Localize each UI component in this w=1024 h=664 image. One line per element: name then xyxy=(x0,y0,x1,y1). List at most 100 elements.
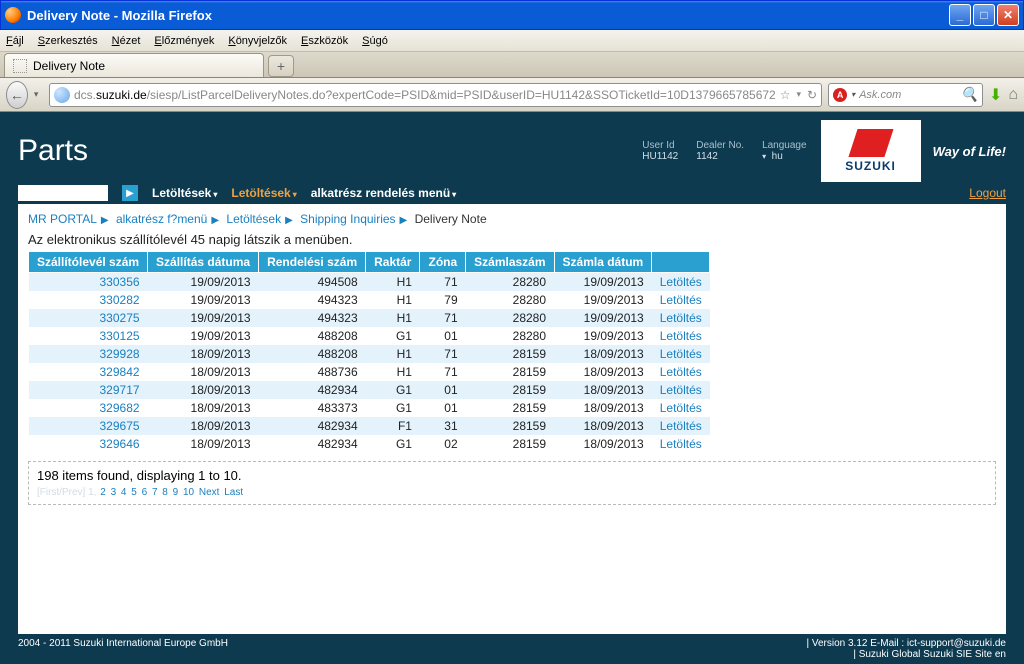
pager-page[interactable]: 10 xyxy=(183,487,194,498)
back-dropdown-icon[interactable]: ▾ xyxy=(34,89,43,100)
menu-edit[interactable]: Szerkesztés xyxy=(38,35,98,47)
menu-bookmarks[interactable]: Könyvjelzők xyxy=(228,35,287,47)
search-placeholder: Ask.com xyxy=(859,89,956,101)
download-link[interactable]: Letöltés xyxy=(652,291,710,309)
logout-link[interactable]: Logout xyxy=(969,186,1006,200)
header-meta: User IdHU1142 Dealer No.1142 Language▾ h… xyxy=(642,140,806,162)
crumb-letoltesek[interactable]: Letöltések xyxy=(226,212,281,226)
quick-search-go-button[interactable]: ▶ xyxy=(122,185,138,201)
pager-page[interactable]: 2 xyxy=(100,487,106,498)
search-icon[interactable]: 🔍 xyxy=(961,86,978,103)
menu-tools[interactable]: Eszközök xyxy=(301,35,348,47)
delivery-id[interactable]: 329842 xyxy=(29,363,148,381)
col-header: Zóna xyxy=(420,252,466,273)
window-close-button[interactable]: ✕ xyxy=(997,4,1019,26)
browser-menubar: Fájl Szerkesztés Nézet Előzmények Könyvj… xyxy=(0,30,1024,52)
menu-letoltesek-2[interactable]: Letöltések▾ xyxy=(231,186,296,200)
delivery-id[interactable]: 330282 xyxy=(29,291,148,309)
delivery-id[interactable]: 329646 xyxy=(29,435,148,453)
pager-summary: 198 items found, displaying 1 to 10. xyxy=(37,468,987,483)
crumb-alkatresz[interactable]: alkatrész f?menü xyxy=(116,212,207,226)
breadcrumb: MR PORTAL▶ alkatrész f?menü▶ Letöltések▶… xyxy=(28,212,996,226)
page-body: Parts User IdHU1142 Dealer No.1142 Langu… xyxy=(0,112,1024,664)
window-titlebar: Delivery Note - Mozilla Firefox _ □ ✕ xyxy=(0,0,1024,30)
table-row: 33028219/09/2013494323H1792828019/09/201… xyxy=(29,291,710,309)
suzuki-logo: SUZUKI xyxy=(821,120,921,182)
page-icon xyxy=(13,59,27,73)
col-header xyxy=(652,252,710,273)
delivery-table: Szállítólevél számSzállítás dátumaRendel… xyxy=(28,251,710,453)
table-row: 33027519/09/2013494323H1712828019/09/201… xyxy=(29,309,710,327)
ask-icon: A xyxy=(833,88,847,102)
table-row: 32992818/09/2013488208H1712815918/09/201… xyxy=(29,345,710,363)
download-link[interactable]: Letöltés xyxy=(652,417,710,435)
download-link[interactable]: Letöltés xyxy=(652,309,710,327)
back-button[interactable]: ← xyxy=(6,81,28,109)
quick-search-input[interactable] xyxy=(18,185,108,201)
bookmark-star-icon[interactable]: ☆ xyxy=(780,88,791,102)
menu-help[interactable]: Súgó xyxy=(362,35,388,47)
home-icon[interactable]: ⌂ xyxy=(1008,86,1018,104)
download-link[interactable]: Letöltés xyxy=(652,381,710,399)
table-row: 33035619/09/2013494508H1712828019/09/201… xyxy=(29,273,710,292)
table-row: 32967518/09/2013482934F1312815918/09/201… xyxy=(29,417,710,435)
history-dropdown-icon[interactable]: ▾ xyxy=(796,89,801,100)
pager-page[interactable]: 5 xyxy=(131,487,137,498)
pager-page[interactable]: 9 xyxy=(173,487,179,498)
language-dropdown[interactable]: ▾ hu xyxy=(762,151,807,162)
search-box[interactable]: A ▾ Ask.com 🔍 xyxy=(828,83,983,107)
download-link[interactable]: Letöltés xyxy=(652,363,710,381)
downloads-icon[interactable]: ⬇ xyxy=(989,85,1002,105)
table-row: 32964618/09/2013482934G1022815918/09/201… xyxy=(29,435,710,453)
pager-next[interactable]: Next xyxy=(199,487,220,498)
url-text: dcs.suzuki.de/siesp/ListParcelDeliveryNo… xyxy=(74,88,776,102)
delivery-id[interactable]: 330356 xyxy=(29,273,148,292)
menu-file[interactable]: Fájl xyxy=(6,35,24,47)
pager-page[interactable]: 3 xyxy=(111,487,117,498)
slogan: Way of Life! xyxy=(933,144,1006,159)
col-header: Számlaszám xyxy=(466,252,554,273)
crumb-shipping[interactable]: Shipping Inquiries xyxy=(300,212,395,226)
pager-page[interactable]: 4 xyxy=(121,487,127,498)
reload-icon[interactable]: ↻ xyxy=(807,88,817,102)
menu-alkatresz[interactable]: alkatrész rendelés menü▾ xyxy=(311,186,456,200)
search-engine-dropdown-icon[interactable]: ▾ xyxy=(851,90,855,99)
download-link[interactable]: Letöltés xyxy=(652,327,710,345)
pager-last[interactable]: Last xyxy=(224,487,243,498)
menu-view[interactable]: Nézet xyxy=(112,35,141,47)
download-link[interactable]: Letöltés xyxy=(652,273,710,292)
window-minimize-button[interactable]: _ xyxy=(949,4,971,26)
crumb-portal[interactable]: MR PORTAL xyxy=(28,212,97,226)
download-link[interactable]: Letöltés xyxy=(652,345,710,363)
col-header: Szállítólevél szám xyxy=(29,252,148,273)
browser-tab[interactable]: Delivery Note xyxy=(4,53,264,77)
globe-icon xyxy=(54,87,70,103)
table-row: 33012519/09/2013488208G1012828019/09/201… xyxy=(29,327,710,345)
page-footer: 2004 - 2011 Suzuki International Europe … xyxy=(0,634,1024,664)
table-row: 32971718/09/2013482934G1012815918/09/201… xyxy=(29,381,710,399)
download-link[interactable]: Letöltés xyxy=(652,399,710,417)
delivery-id[interactable]: 329682 xyxy=(29,399,148,417)
download-link[interactable]: Letöltés xyxy=(652,435,710,453)
pager-page[interactable]: 7 xyxy=(152,487,158,498)
new-tab-button[interactable]: + xyxy=(268,55,294,77)
col-header: Számla dátum xyxy=(554,252,652,273)
window-maximize-button[interactable]: □ xyxy=(973,4,995,26)
pager-page[interactable]: 6 xyxy=(142,487,148,498)
menu-letoltesek-1[interactable]: Letöltések▾ xyxy=(152,186,217,200)
window-title: Delivery Note - Mozilla Firefox xyxy=(27,8,949,23)
pager-page[interactable]: 8 xyxy=(162,487,168,498)
browser-tabbar: Delivery Note + xyxy=(0,52,1024,78)
suzuki-s-icon xyxy=(848,129,893,157)
delivery-id[interactable]: 329717 xyxy=(29,381,148,399)
delivery-id[interactable]: 330125 xyxy=(29,327,148,345)
browser-navbar: ← ▾ dcs.suzuki.de/siesp/ListParcelDelive… xyxy=(0,78,1024,112)
app-menu-row: ▶ Letöltések▾ Letöltések▾ alkatrész rend… xyxy=(0,182,1024,204)
url-bar[interactable]: dcs.suzuki.de/siesp/ListParcelDeliveryNo… xyxy=(49,83,822,107)
delivery-id[interactable]: 329928 xyxy=(29,345,148,363)
content: MR PORTAL▶ alkatrész f?menü▶ Letöltések▶… xyxy=(18,204,1006,634)
menu-history[interactable]: Előzmények xyxy=(154,35,214,47)
delivery-id[interactable]: 330275 xyxy=(29,309,148,327)
info-text: Az elektronikus szállítólevél 45 napig l… xyxy=(28,232,996,247)
delivery-id[interactable]: 329675 xyxy=(29,417,148,435)
